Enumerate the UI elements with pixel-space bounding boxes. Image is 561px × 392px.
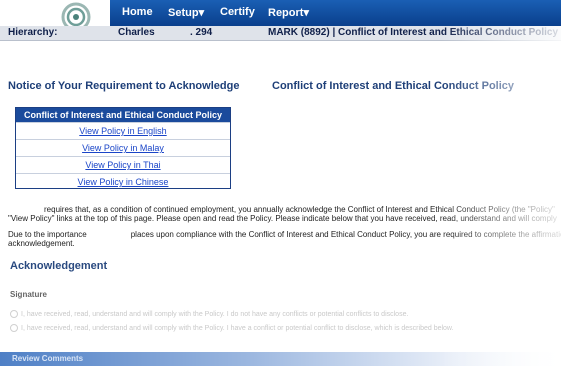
hierarchy-code: . 294 xyxy=(190,27,213,38)
main-nav: Home Setup▾ Certify Report▾ xyxy=(110,0,561,26)
radio-button[interactable] xyxy=(10,324,18,332)
policy-table: Conflict of Interest and Ethical Conduct… xyxy=(15,107,231,189)
paragraph-2-part-b: places upon compliance with the Conflict… xyxy=(130,230,561,239)
nav-setup-label: Setup xyxy=(168,7,199,19)
paragraph-2-line-1: Due to the importance places upon complia… xyxy=(8,230,561,240)
nav-report[interactable]: Report▾ xyxy=(268,6,309,19)
hierarchy-path: MARK (8892) | Conflict of Interest and E… xyxy=(268,27,559,38)
policy-row: View Policy in Chinese xyxy=(16,173,230,190)
paragraph-1-line-2: "View Policy" links at the top of this p… xyxy=(8,214,557,223)
policy-row: View Policy in English xyxy=(16,122,230,139)
policy-row: View Policy in Thai xyxy=(16,156,230,173)
policy-row: View Policy in Malay xyxy=(16,139,230,156)
nav-report-label: Report xyxy=(268,7,304,19)
view-policy-english-link[interactable]: View Policy in English xyxy=(79,126,166,136)
ack-option-label: I, have received, read, understand and w… xyxy=(21,324,454,332)
hierarchy-name: Charles xyxy=(118,27,155,38)
policy-title: Conflict of Interest and Ethical Conduct… xyxy=(272,80,515,92)
ack-option-no-conflict[interactable]: I, have received, read, understand and w… xyxy=(10,310,408,318)
view-policy-malay-link[interactable]: View Policy in Malay xyxy=(82,143,164,153)
nav-setup[interactable]: Setup▾ xyxy=(168,6,204,19)
paragraph-2-part-a: Due to the importance xyxy=(8,230,87,239)
acknowledgement-title: Acknowledgement xyxy=(10,260,108,272)
chevron-down-icon: ▾ xyxy=(303,7,309,19)
signature-label: Signature xyxy=(10,290,47,299)
nav-home[interactable]: Home xyxy=(122,6,153,18)
chevron-down-icon: ▾ xyxy=(198,7,205,19)
policy-table-header: Conflict of Interest and Ethical Conduct… xyxy=(16,108,230,122)
hierarchy-label: Hierarchy: xyxy=(8,27,58,38)
ack-option-label: I, have received, read, understand and w… xyxy=(21,310,409,318)
review-comments-title: Review Comments xyxy=(12,354,84,363)
hierarchy-bar: Hierarchy: Charles . 294 MARK (8892) | C… xyxy=(0,26,561,41)
radio-button[interactable] xyxy=(10,310,18,318)
notice-title: Notice of Your Requirement to Acknowledg… xyxy=(8,80,240,92)
review-comments-bar: Review Comments xyxy=(0,352,561,366)
ack-option-has-conflict[interactable]: I, have received, read, understand and w… xyxy=(10,324,454,332)
view-policy-chinese-link[interactable]: View Policy in Chinese xyxy=(78,177,169,187)
paragraph-2-line-2: acknowledgement. xyxy=(8,239,75,248)
view-policy-thai-link[interactable]: View Policy in Thai xyxy=(85,160,160,170)
nav-certify[interactable]: Certify xyxy=(220,6,255,18)
